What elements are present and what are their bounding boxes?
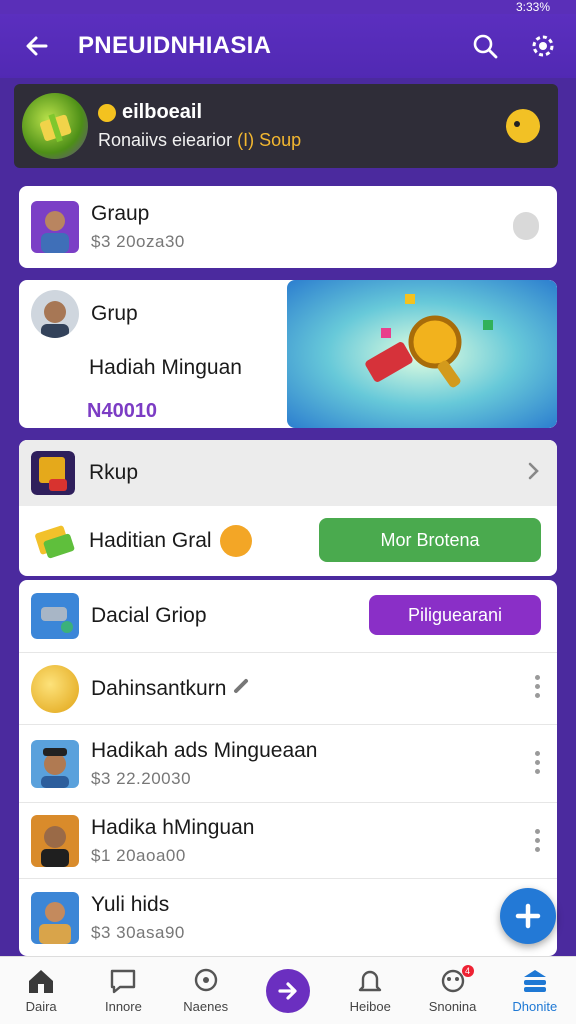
list-item-subtitle: $3 30asa90	[91, 922, 185, 942]
ticket-icon	[31, 519, 75, 563]
list-item-title: Dahinsantkurn	[91, 676, 227, 700]
coin-icon	[98, 103, 116, 122]
list-item-title: Dacial Griop	[91, 604, 207, 627]
avatar	[31, 201, 79, 253]
game-card-header[interactable]: Rkup	[19, 440, 557, 506]
reward-card-title: Grup	[91, 302, 138, 325]
gift-icon	[22, 93, 88, 159]
status-bar: 3:33%	[0, 0, 576, 14]
list-item[interactable]: Yuli hids $3 30asa90	[19, 878, 557, 956]
link-icon	[232, 677, 250, 700]
nav-label: Naenes	[183, 999, 229, 1014]
game-card[interactable]: Rkup Haditian Gral Mor Brotena	[19, 440, 557, 576]
avatar	[31, 891, 79, 944]
more-options-icon[interactable]	[535, 675, 541, 698]
stack-icon	[523, 970, 546, 992]
banner-subtitle: Ronaiivs eiearior (I) Soup	[98, 130, 506, 151]
nav-item-chat[interactable]: Innore	[88, 967, 158, 1014]
weekly-reward-card[interactable]: Grup Hadiah Minguan N40010	[19, 280, 557, 428]
group-card[interactable]: Graup $3 20oza30	[19, 186, 557, 268]
list-item-title: Hadikah ads Mingueaan	[91, 738, 318, 762]
toggle-switch[interactable]	[513, 212, 539, 240]
nav-label: Heiboe	[349, 999, 391, 1014]
chevron-right-icon[interactable]	[527, 461, 541, 486]
arrow-right-icon[interactable]	[265, 968, 310, 1013]
nav-item-alerts[interactable]: Heiboe	[335, 967, 405, 1014]
nav-item-center[interactable]	[253, 968, 323, 1013]
group-title: Graup	[91, 202, 150, 225]
nav-item-notifications[interactable]: 4 Snonina	[418, 965, 488, 1014]
nav-label: Snonina	[428, 999, 477, 1014]
add-button[interactable]	[500, 888, 556, 944]
list-item[interactable]: Hadikah ads Mingueaan $3 22.20030	[19, 724, 557, 802]
bottom-nav: Daira Innore Naenes Heiboe 4 Snonina Dho…	[0, 956, 576, 1024]
back-arrow-icon[interactable]	[24, 33, 50, 59]
avatar	[31, 814, 79, 867]
search-icon[interactable]	[470, 31, 500, 61]
nav-item-home[interactable]: Daira	[6, 967, 76, 1014]
nav-item-active[interactable]: Dhonite	[500, 967, 570, 1014]
mascot-icon	[219, 525, 252, 557]
group-list: Dacial Griop Piliguearani Dahinsantkurn …	[19, 580, 557, 956]
list-item[interactable]: Dahinsantkurn	[19, 652, 557, 724]
banner-subtitle-text: Ronaiivs eiearior	[98, 130, 233, 150]
coin-icon	[31, 664, 79, 713]
list-item-subtitle: $3 22.20030	[91, 768, 192, 788]
more-options-icon[interactable]	[535, 751, 541, 774]
reward-illustration	[287, 280, 557, 428]
chat-icon	[111, 969, 136, 994]
avatar	[31, 739, 79, 788]
more-options-icon[interactable]	[535, 829, 541, 852]
blaster-icon	[31, 593, 79, 639]
dice-icon	[31, 451, 75, 495]
list-item[interactable]: Dacial Griop Piliguearani	[19, 580, 557, 652]
emoji-face-icon[interactable]	[506, 109, 540, 143]
nav-label: Daira	[25, 999, 57, 1014]
page-title: PNEUIDNHIASIA	[78, 32, 272, 59]
status-text: 3:33%	[515, 0, 550, 14]
reward-card-price: N40010	[87, 400, 158, 422]
group-subtitle: $3 20oza30	[91, 232, 185, 251]
bell-icon	[359, 970, 382, 992]
list-item-subtitle: $1 20aoa00	[91, 845, 186, 865]
app-bar: PNEUIDNHIASIA	[0, 14, 576, 78]
game-card-subtitle: Haditian Gral	[89, 529, 212, 552]
list-item[interactable]: Hadika hMinguan $1 20aoa00	[19, 802, 557, 878]
list-item-title: Hadika hMinguan	[91, 815, 255, 839]
banner-subtitle-accent: (I) Soup	[237, 130, 302, 150]
nav-label: Innore	[104, 999, 142, 1014]
reward-card-line: Hadiah Minguan	[89, 356, 242, 379]
notification-badge: 4	[461, 965, 474, 977]
list-item-title: Yuli hids	[91, 892, 170, 916]
home-icon	[29, 970, 54, 993]
game-card-title: Rkup	[89, 461, 139, 484]
banner-name: eilboeail	[98, 101, 506, 124]
banner-name-text: eilboeail	[122, 101, 203, 123]
plus-icon	[515, 903, 541, 929]
participate-button[interactable]: Piliguearani	[369, 595, 541, 635]
avatar	[31, 290, 79, 338]
more-button[interactable]: Mor Brotena	[319, 518, 541, 562]
gear-icon[interactable]	[528, 31, 558, 61]
nav-label: Dhonite	[512, 999, 558, 1014]
nav-item-messages[interactable]: Naenes	[171, 967, 241, 1014]
promo-banner[interactable]: eilboeail Ronaiivs eiearior (I) Soup	[14, 84, 558, 168]
message-icon	[194, 968, 217, 992]
